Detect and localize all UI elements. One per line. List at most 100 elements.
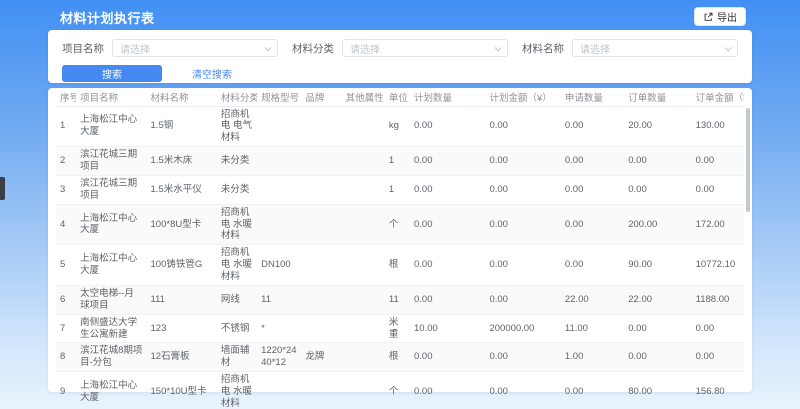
cell-r3-c10: 0.00 xyxy=(561,175,624,204)
cell-r6-c2: 111 xyxy=(147,285,217,314)
cell-r8-c2: 12石膏板 xyxy=(147,343,217,372)
cell-r5-c8: 0.00 xyxy=(410,245,485,286)
cell-r7-c7: 米重 xyxy=(385,314,410,343)
cell-r9-c12: 156.80 xyxy=(692,372,744,409)
cell-r9-c8: 0.00 xyxy=(410,372,485,409)
filter-group-material-category: 材料分类 请选择 xyxy=(292,39,508,57)
cell-r8-c12: 0.00 xyxy=(692,343,744,372)
table-row: 1上海松江中心大厦1.5钢招商机电 电气材料kg0.000.000.0020.0… xyxy=(56,106,744,147)
filter-group-material-name: 材料名称请选择 xyxy=(522,39,738,57)
cell-r9-c2: 150*10U型卡 xyxy=(147,372,217,409)
chevron-down-icon xyxy=(265,44,272,51)
cell-r5-c1: 上海松江中心大厦 xyxy=(76,245,146,286)
cell-r7-c9: 200000.00 xyxy=(485,314,560,343)
cell-r3-c2: 1.5米水平仪 xyxy=(147,175,217,204)
cell-r8-c6 xyxy=(342,343,385,372)
cell-r8-c8: 0.00 xyxy=(410,343,485,372)
table-row: 8滨江花城8期项目-分包12石膏板墙面辅材1220*2440*12龙牌根0.00… xyxy=(56,343,744,372)
cell-r6-c5 xyxy=(301,285,341,314)
search-button[interactable]: 搜索 xyxy=(62,65,162,82)
cell-r7-c8: 10.00 xyxy=(410,314,485,343)
cell-r5-c9: 0.00 xyxy=(485,245,560,286)
cell-r2-c9: 0.00 xyxy=(485,147,560,176)
cell-r9-c11: 80.00 xyxy=(624,372,691,409)
cell-r2-c6 xyxy=(342,147,385,176)
cell-r3-c8: 0.00 xyxy=(410,175,485,204)
page-title: 材料计划执行表 xyxy=(60,8,155,27)
cell-r5-c7: 根 xyxy=(385,245,410,286)
cell-r1-c7: kg xyxy=(385,106,410,147)
materials-table: 序号项目名称材料名称材料分类规格型号品牌其他属性单位计划数量计划金额（¥）申请数… xyxy=(56,88,744,409)
select-placeholder-material-name: 请选择 xyxy=(580,41,610,56)
cell-r8-c1: 滨江花城8期项目-分包 xyxy=(76,343,146,372)
cell-r4-c9: 0.00 xyxy=(485,204,560,245)
cell-r1-c3: 招商机电 电气材料 xyxy=(217,106,257,147)
cell-r7-c12: 0.00 xyxy=(692,314,744,343)
cell-r6-c8: 0.00 xyxy=(410,285,485,314)
cell-r9-c4 xyxy=(257,372,301,409)
cell-r2-c7: 1 xyxy=(385,147,410,176)
cell-r1-c8: 0.00 xyxy=(410,106,485,147)
export-button[interactable]: 导出 xyxy=(694,7,746,26)
column-header-4: 规格型号 xyxy=(257,88,301,106)
filter-label-material-category: 材料分类 xyxy=(292,41,334,56)
column-header-7: 单位 xyxy=(385,88,410,106)
cell-r3-c4 xyxy=(257,175,301,204)
cell-r4-c0: 4 xyxy=(56,204,76,245)
cell-r1-c5 xyxy=(301,106,341,147)
cell-r6-c7: 11 xyxy=(385,285,410,314)
cell-r1-c4 xyxy=(257,106,301,147)
cell-r7-c3: 不锈钢 xyxy=(217,314,257,343)
cell-r9-c5 xyxy=(301,372,341,409)
cell-r5-c5 xyxy=(301,245,341,286)
column-header-11: 订单数量 xyxy=(624,88,691,106)
filters-panel: 项目名称请选择材料分类请选择材料名称请选择 搜索 清空搜索 xyxy=(48,30,752,83)
cell-r5-c0: 5 xyxy=(56,245,76,286)
cell-r4-c4 xyxy=(257,204,301,245)
cell-r6-c6 xyxy=(342,285,385,314)
filter-label-project-name: 项目名称 xyxy=(62,41,104,56)
cell-r4-c8: 0.00 xyxy=(410,204,485,245)
table-body: 1上海松江中心大厦1.5钢招商机电 电气材料kg0.000.000.0020.0… xyxy=(56,106,744,409)
cell-r5-c12: 10772.10 xyxy=(692,245,744,286)
cell-r2-c3: 未分类 xyxy=(217,147,257,176)
cell-r8-c11: 0.00 xyxy=(624,343,691,372)
clear-search-link[interactable]: 清空搜索 xyxy=(192,66,232,81)
chevron-down-icon xyxy=(725,44,732,51)
cell-r1-c12: 130.00 xyxy=(692,106,744,147)
column-header-6: 其他属性 xyxy=(342,88,385,106)
cell-r4-c5 xyxy=(301,204,341,245)
filter-group-project-name: 项目名称请选择 xyxy=(62,39,278,57)
cell-r2-c0: 2 xyxy=(56,147,76,176)
cell-r2-c10: 0.00 xyxy=(561,147,624,176)
select-material-category[interactable]: 请选择 xyxy=(342,39,508,57)
table-header-row: 序号项目名称材料名称材料分类规格型号品牌其他属性单位计划数量计划金额（¥）申请数… xyxy=(56,88,744,106)
cell-r8-c9: 0.00 xyxy=(485,343,560,372)
column-header-10: 申请数量 xyxy=(561,88,624,106)
cell-r3-c6 xyxy=(342,175,385,204)
cell-r3-c5 xyxy=(301,175,341,204)
cell-r9-c3: 招商机电 水暖材料 xyxy=(217,372,257,409)
cell-r3-c9: 0.00 xyxy=(485,175,560,204)
table-row: 5上海松江中心大厦100铸铁管G招商机电 水暖材料DN100根0.000.000… xyxy=(56,245,744,286)
sidebar-collapse-handle[interactable] xyxy=(0,177,5,200)
select-project-name[interactable]: 请选择 xyxy=(112,39,278,57)
cell-r6-c3: 网线 xyxy=(217,285,257,314)
cell-r3-c0: 3 xyxy=(56,175,76,204)
cell-r8-c5: 龙牌 xyxy=(301,343,341,372)
chevron-down-icon xyxy=(495,44,502,51)
cell-r2-c12: 0.00 xyxy=(692,147,744,176)
cell-r7-c1: 南侧盛达大学生公寓新建 xyxy=(76,314,146,343)
select-material-name[interactable]: 请选择 xyxy=(572,39,738,57)
column-header-2: 材料名称 xyxy=(147,88,217,106)
cell-r4-c3: 招商机电 水暖材料 xyxy=(217,204,257,245)
cell-r8-c7: 根 xyxy=(385,343,410,372)
cell-r5-c10: 0.00 xyxy=(561,245,624,286)
select-placeholder-material-category: 请选择 xyxy=(350,41,380,56)
cell-r6-c1: 太空电梯--月球项目 xyxy=(76,285,146,314)
cell-r9-c9: 0.00 xyxy=(485,372,560,409)
cell-r2-c5 xyxy=(301,147,341,176)
vertical-scrollbar-thumb[interactable] xyxy=(746,108,750,212)
column-header-1: 项目名称 xyxy=(76,88,146,106)
cell-r5-c11: 90.00 xyxy=(624,245,691,286)
